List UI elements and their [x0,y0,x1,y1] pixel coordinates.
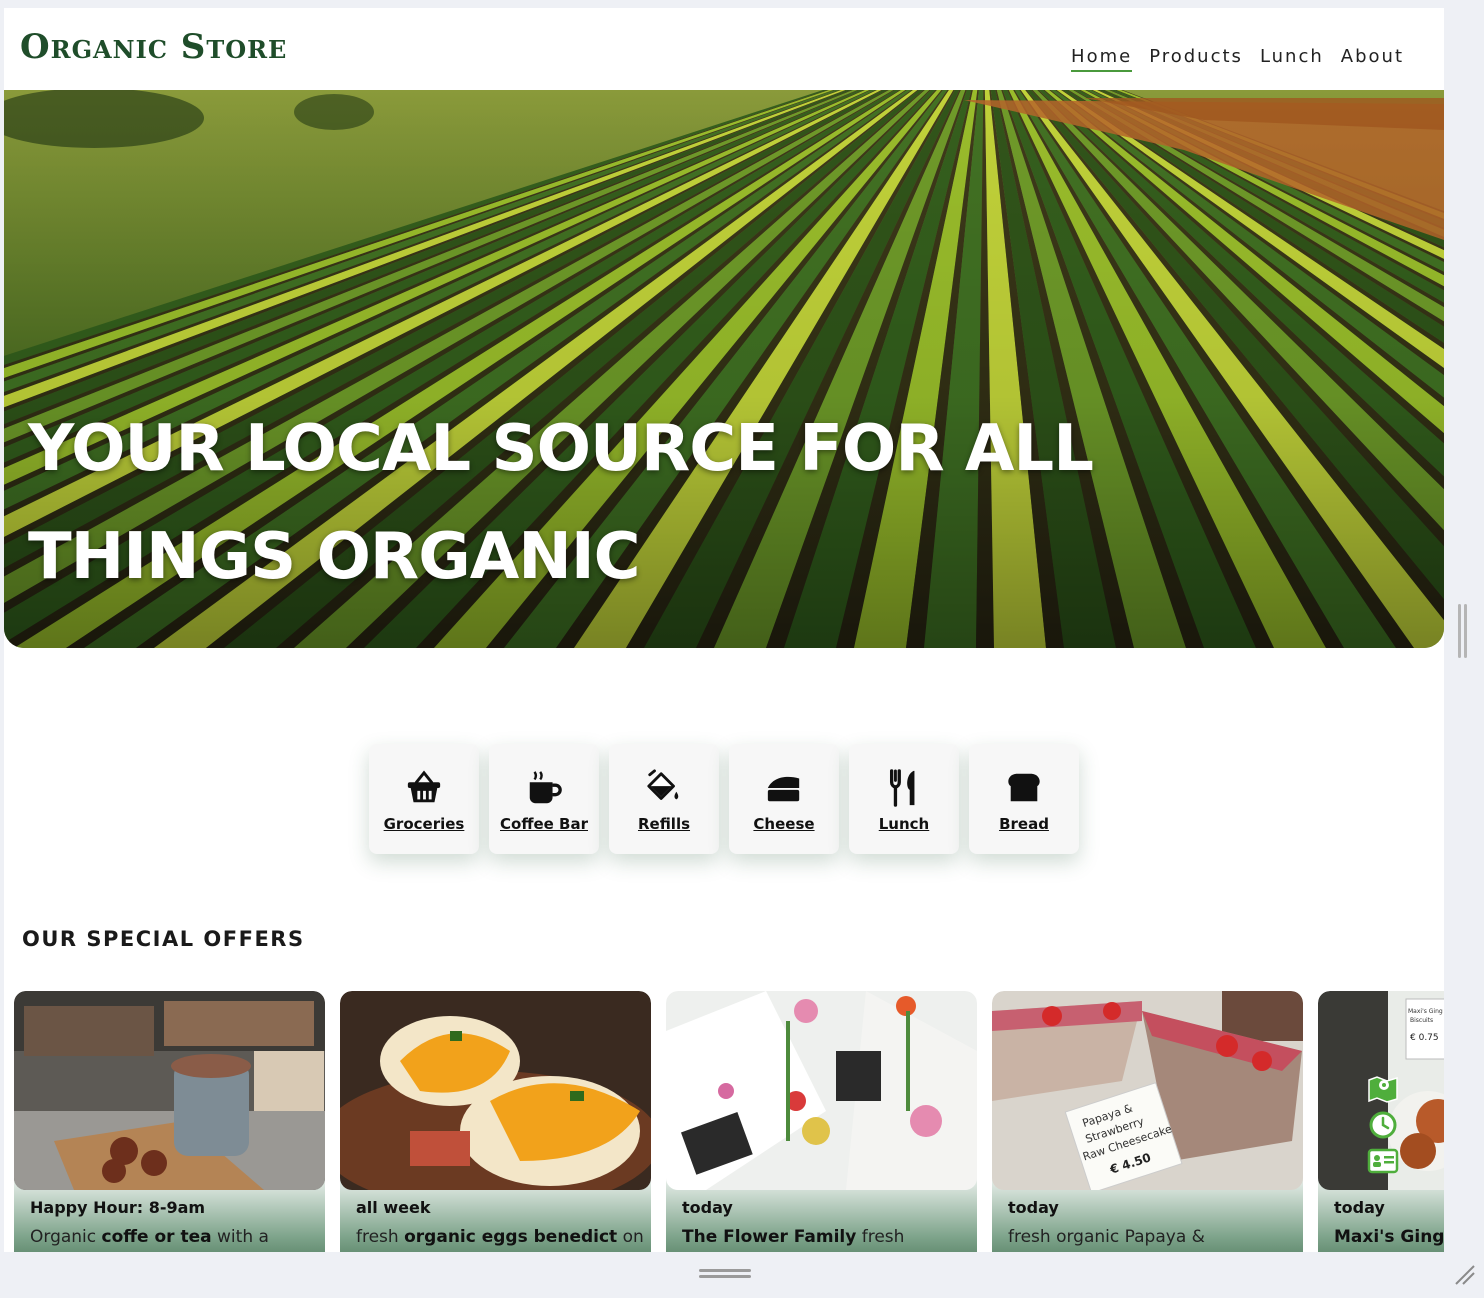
category-coffee-bar[interactable]: Coffee Bar [489,744,599,854]
offer-description: fresh organic Papaya & [1008,1227,1205,1247]
offer-card[interactable]: all week fresh organic eggs benedict on [340,991,651,1252]
page-frame: Organic Store Home Products Lunch About [4,8,1444,1252]
svg-text:Biscuits: Biscuits [1410,1017,1433,1024]
category-label: Coffee Bar [500,815,588,833]
nav-about[interactable]: About [1341,46,1404,72]
raw-cheesecake-photo: Papaya & Strawberry Raw Cheesecake € 4.5… [992,991,1303,1190]
side-scroll-handle[interactable] [1458,604,1468,658]
map-icon[interactable] [1366,1074,1400,1104]
nav-home[interactable]: Home [1071,46,1133,72]
main-nav: Home Products Lunch About [1071,46,1404,72]
offer-timing: Happy Hour: 8-9am [30,1198,206,1217]
contact-card-icon[interactable] [1366,1146,1400,1176]
hero-banner: YOUR LOCAL SOURCE FOR ALL THINGS ORGANIC [4,90,1444,648]
category-cheese[interactable]: Cheese [729,744,839,854]
category-label: Refills [637,815,691,833]
offer-timing: today [682,1198,733,1217]
svg-text:Maxi's Ging: Maxi's Ging [1408,1008,1443,1015]
clock-icon[interactable] [1366,1110,1400,1140]
category-label: Cheese [753,815,815,833]
category-label: Bread [999,815,1049,833]
category-lunch[interactable]: Lunch [849,744,959,854]
fill-bucket-icon [647,769,679,800]
offer-description: Organic coffe or tea with a [30,1227,269,1247]
category-refills[interactable]: Refills [609,744,719,854]
category-label: Groceries [383,815,465,833]
offers-heading: OUR SPECIAL OFFERS [22,927,305,951]
offer-timing: today [1334,1198,1385,1217]
offer-card[interactable]: Happy Hour: 8-9am Organic coffe or tea w… [14,991,325,1252]
offer-description: The Flower Family fresh [682,1227,905,1247]
eggs-benedict-photo [340,991,651,1190]
flower-bouquets-photo [666,991,977,1190]
category-buttons: Groceries Coffee Bar Refills Cheese Lunc… [369,744,1079,854]
cheese-icon [767,776,800,802]
hero-title: YOUR LOCAL SOURCE FOR ALL THINGS ORGANIC [28,412,1094,594]
site-logo[interactable]: Organic Store [20,30,287,64]
coffee-cup-icon [529,771,562,804]
site-header: Organic Store Home Products Lunch About [4,8,1444,91]
nav-products[interactable]: Products [1149,46,1243,72]
offer-description: Maxi's Ginge [1334,1227,1444,1247]
offer-timing: all week [356,1198,431,1217]
category-groceries[interactable]: Groceries [369,744,479,854]
drag-handle-icon[interactable] [699,1268,751,1280]
category-bread[interactable]: Bread [969,744,1079,854]
nav-lunch[interactable]: Lunch [1260,46,1324,72]
offer-timing: today [1008,1198,1059,1217]
floating-quick-links [1366,1074,1400,1176]
svg-text:€ 0.75: € 0.75 [1410,1033,1439,1043]
resize-grip-icon[interactable] [1452,1262,1476,1286]
offers-carousel[interactable]: Happy Hour: 8-9am Organic coffe or tea w… [14,991,1444,1252]
bread-icon [1008,773,1040,802]
basket-icon [407,770,441,803]
offer-description: fresh organic eggs benedict on [356,1227,644,1247]
coffee-pastries-photo [14,991,325,1190]
offer-card[interactable]: Papaya & Strawberry Raw Cheesecake € 4.5… [992,991,1303,1252]
utensils-icon [889,769,915,807]
offer-card[interactable]: today The Flower Family fresh [666,991,977,1252]
category-label: Lunch [878,815,930,833]
